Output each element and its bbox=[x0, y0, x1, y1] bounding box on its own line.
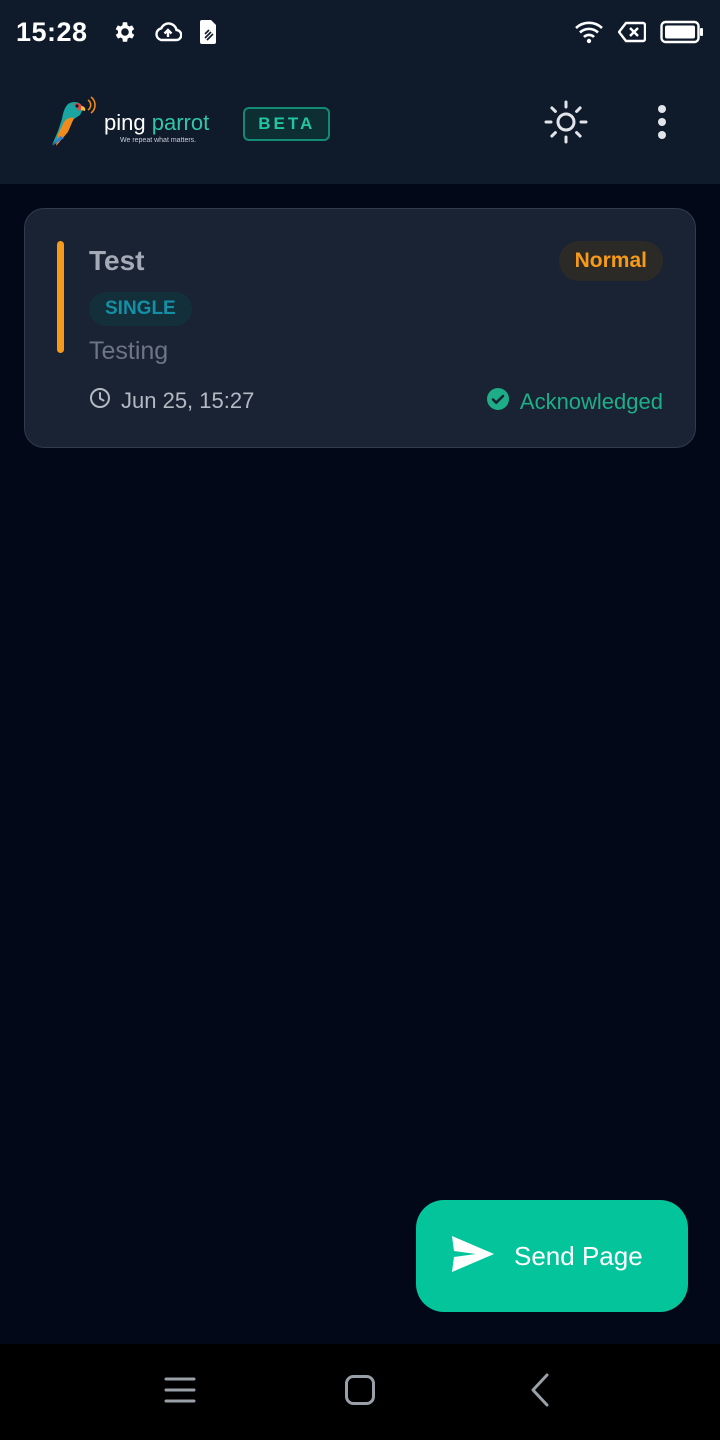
battery-icon bbox=[660, 20, 704, 44]
more-options-button[interactable] bbox=[634, 96, 690, 152]
app-logo: ping parrot We repeat what matters. bbox=[46, 94, 209, 154]
home-button[interactable] bbox=[330, 1362, 390, 1422]
no-sim-icon bbox=[618, 21, 646, 43]
check-circle-icon bbox=[486, 387, 510, 417]
priority-badge: Normal bbox=[558, 241, 663, 281]
recent-apps-button[interactable] bbox=[150, 1362, 210, 1422]
system-nav-bar bbox=[0, 1344, 720, 1440]
more-vert-icon bbox=[656, 104, 668, 144]
app-name-part2: parrot bbox=[151, 110, 210, 135]
status-bar: 15:28 bbox=[0, 0, 720, 64]
page-title: Test bbox=[89, 245, 145, 276]
sim-card-icon bbox=[198, 19, 218, 45]
priority-accent-bar bbox=[57, 241, 64, 353]
app-tagline: We repeat what matters. bbox=[120, 137, 197, 144]
clock-icon bbox=[89, 387, 111, 415]
chevron-left-icon bbox=[530, 1373, 550, 1411]
home-square-icon bbox=[344, 1374, 376, 1410]
app-bar-actions bbox=[538, 96, 690, 152]
menu-lines-icon bbox=[164, 1376, 196, 1408]
theme-toggle-button[interactable] bbox=[538, 96, 594, 152]
status-text: Acknowledged bbox=[519, 389, 663, 414]
page-card[interactable]: Test Normal SINGLE Testing Jun 25, 15:27… bbox=[24, 208, 696, 448]
back-button[interactable] bbox=[510, 1362, 570, 1422]
send-icon bbox=[450, 1234, 496, 1278]
app-name: ping parrot bbox=[104, 112, 209, 134]
sun-icon bbox=[543, 99, 589, 149]
status-right-icons bbox=[574, 20, 704, 44]
wifi-icon bbox=[574, 20, 604, 44]
cloud-upload-icon bbox=[154, 20, 182, 44]
page-message: Testing bbox=[89, 337, 169, 365]
timestamp-text: Jun 25, 15:27 bbox=[121, 388, 255, 413]
app-bar: ping parrot We repeat what matters. BETA bbox=[0, 64, 720, 184]
page-timestamp: Jun 25, 15:27 bbox=[89, 387, 254, 415]
send-page-button[interactable]: Send Page bbox=[416, 1200, 688, 1312]
parrot-logo-icon bbox=[46, 94, 102, 154]
page-type-badge: SINGLE bbox=[89, 292, 192, 326]
status-left-icons bbox=[112, 19, 218, 45]
app-name-part1: ping bbox=[104, 110, 146, 135]
send-page-label: Send Page bbox=[514, 1240, 643, 1271]
settings-icon bbox=[112, 19, 138, 45]
status-time: 15:28 bbox=[16, 16, 88, 47]
beta-badge: BETA bbox=[243, 107, 331, 141]
page-status: Acknowledged bbox=[486, 387, 663, 417]
